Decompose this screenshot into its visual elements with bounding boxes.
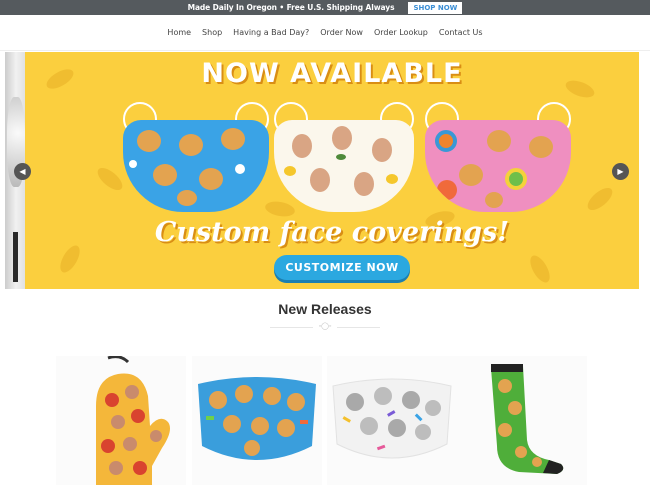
mask-body <box>274 120 414 212</box>
product-card-blue-dog-mask[interactable] <box>192 356 322 485</box>
nav-item-shop[interactable]: Shop <box>202 28 222 37</box>
hero-banner[interactable]: NOW AVAILABLE Custom face coverings! CUS… <box>25 52 639 289</box>
carousel-next-button[interactable]: ▶ <box>612 163 629 180</box>
oven-mitt-image <box>96 356 170 485</box>
nav-item-contact-us[interactable]: Contact Us <box>439 28 483 37</box>
lemon-face-mask-image <box>274 102 414 217</box>
hero-carousel: NOW AVAILABLE Custom face coverings! CUS… <box>0 52 650 289</box>
main-nav: Home Shop Having a Bad Day? Order Now Or… <box>0 15 650 51</box>
section-title-new-releases: New Releases <box>278 301 372 317</box>
mask-body <box>123 120 269 212</box>
dog-socks-product-image <box>491 364 564 474</box>
hero-headline: NOW AVAILABLE <box>201 58 463 89</box>
chevron-right-icon: ▶ <box>617 167 624 176</box>
nav-item-order-lookup[interactable]: Order Lookup <box>374 28 428 37</box>
product-card-dog-socks[interactable] <box>457 356 587 485</box>
leaf-decoration <box>584 183 616 215</box>
shop-now-button[interactable]: SHOP NOW <box>408 1 463 14</box>
chevron-left-icon: ◀ <box>19 167 26 176</box>
customize-now-button[interactable]: CUSTOMIZE NOW <box>274 255 410 280</box>
blue-dog-mask-image <box>123 102 269 217</box>
product-card-cat-mask[interactable] <box>327 356 457 485</box>
mask-strap <box>13 232 18 282</box>
product-card-oven-mitt[interactable] <box>56 356 186 485</box>
carousel-prev-button[interactable]: ◀ <box>14 163 31 180</box>
nav-item-having-a-bad-day[interactable]: Having a Bad Day? <box>233 28 309 37</box>
nav-item-home[interactable]: Home <box>167 28 191 37</box>
cat-mask-product-image <box>332 378 452 459</box>
divider-ornament-icon: ◦◯◦ <box>313 323 337 331</box>
hero-tagline: Custom face coverings! <box>154 217 510 248</box>
announcement-message: Made Daily In Oregon • Free U.S. Shippin… <box>187 3 395 12</box>
pink-donut-dog-mask-image <box>425 102 571 217</box>
announcement-bar: Made Daily In Oregon • Free U.S. Shippin… <box>0 0 650 15</box>
mask-body <box>425 120 571 212</box>
blue-dog-mask-product-image <box>198 377 316 460</box>
leaf-decoration <box>526 252 554 286</box>
nav-item-order-now[interactable]: Order Now <box>320 28 363 37</box>
leaf-decoration <box>94 163 126 195</box>
